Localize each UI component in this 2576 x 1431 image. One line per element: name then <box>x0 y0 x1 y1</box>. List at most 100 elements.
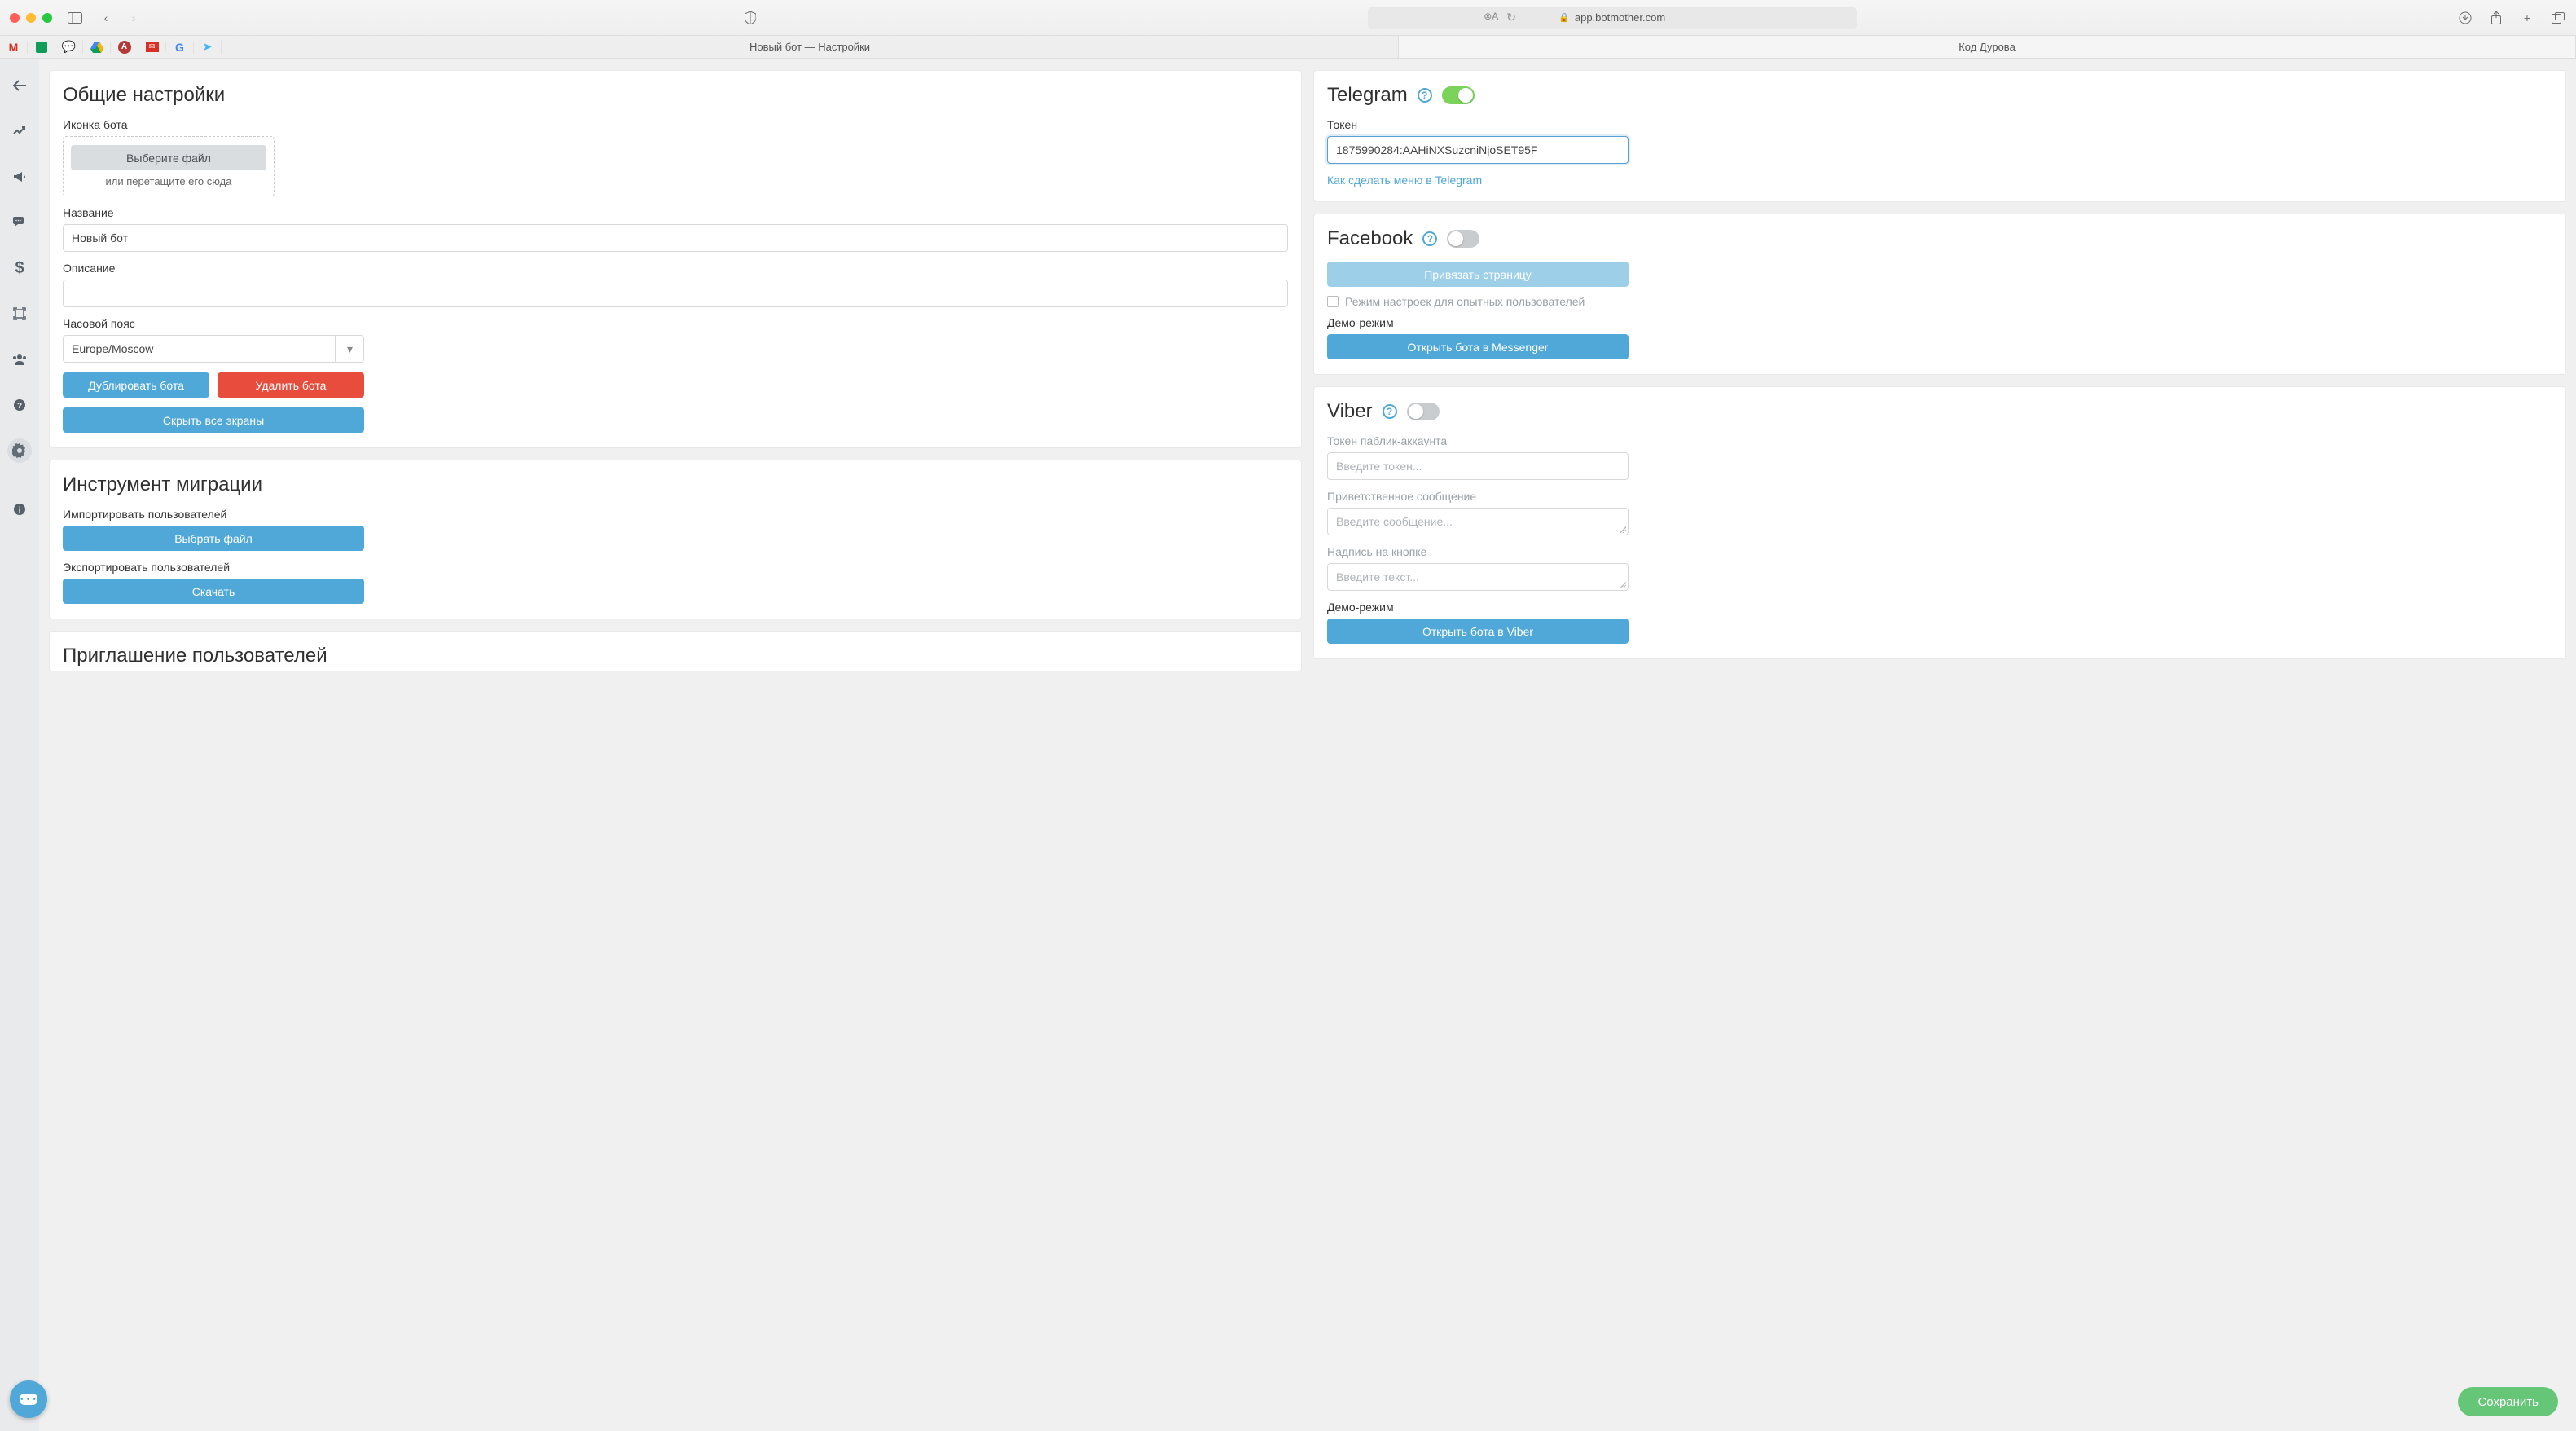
telegram-title: Telegram <box>1327 84 1408 107</box>
tabs-overview-icon[interactable] <box>2550 10 2566 26</box>
sidebar-item-info[interactable]: i <box>7 497 32 522</box>
sidebar-item-broadcast[interactable] <box>7 165 32 189</box>
facebook-heading: Facebook ? <box>1327 227 2552 250</box>
viber-heading: Viber ? <box>1327 400 2552 423</box>
maximize-window[interactable] <box>42 13 52 23</box>
import-label: Импортировать пользователей <box>63 508 1288 521</box>
desc-input[interactable] <box>63 280 1288 307</box>
browser-tabs: Новый бот — Настройки Код Дурова <box>222 36 2576 58</box>
tab-label: Код Дурова <box>1958 41 2016 53</box>
dropzone-hint: или перетащите его сюда <box>106 175 232 187</box>
viber-welcome-input[interactable] <box>1327 508 1629 535</box>
bookmark-google[interactable]: G <box>166 41 194 54</box>
fb-demo-label: Демо-режим <box>1327 316 2552 329</box>
sidebar-item-screens[interactable] <box>7 302 32 326</box>
general-heading: Общие настройки <box>63 84 1288 107</box>
sidebar-item-billing[interactable]: $ <box>7 256 32 280</box>
tz-value[interactable] <box>63 335 364 363</box>
bookmarks-bar: M 💬 A ✉ G ➤ <box>0 36 222 58</box>
nav-forward-icon[interactable]: › <box>125 10 142 26</box>
icon-dropzone[interactable]: Выберите файл или перетащите его сюда <box>63 136 275 196</box>
window-controls <box>10 13 52 23</box>
nav-back-icon[interactable]: ‹ <box>98 10 114 26</box>
help-icon[interactable]: ? <box>1422 231 1437 246</box>
desc-label: Описание <box>63 262 1288 275</box>
share-icon[interactable] <box>2488 10 2504 26</box>
advanced-label: Режим настроек для опытных пользователей <box>1345 295 1585 308</box>
sidebar-item-dialogs[interactable] <box>7 210 32 235</box>
viber-toggle[interactable] <box>1407 403 1440 420</box>
delete-bot-button[interactable]: Удалить бота <box>218 372 364 398</box>
advanced-checkbox[interactable] <box>1327 296 1339 307</box>
sidebar-item-help[interactable]: ? <box>7 393 32 417</box>
open-viber-button[interactable]: Открыть бота в Viber <box>1327 619 1629 644</box>
export-label: Экспортировать пользователей <box>63 561 1288 574</box>
icon-label: Иконка бота <box>63 118 1288 131</box>
sidebar-item-settings[interactable] <box>7 438 32 463</box>
support-chat-button[interactable] <box>10 1380 47 1418</box>
name-label: Название <box>63 206 1288 219</box>
downloads-icon[interactable] <box>2457 10 2473 26</box>
app-sidebar: $ ? i <box>0 59 39 1431</box>
minimize-window[interactable] <box>26 13 36 23</box>
facebook-card: Facebook ? Привязать страницу Режим наст… <box>1313 214 2566 375</box>
translate-icon[interactable]: ⊗A <box>1484 11 1498 24</box>
app-frame: $ ? i Общие настройки Иконка бота Выбери… <box>0 59 2576 1431</box>
facebook-toggle[interactable] <box>1447 230 1479 248</box>
bookmark-app1[interactable]: A <box>111 41 138 54</box>
browser-tab-inactive[interactable]: Код Дурова <box>1399 36 2576 58</box>
tz-label: Часовой пояс <box>63 317 1288 330</box>
telegram-token-input[interactable] <box>1327 136 1629 164</box>
lock-icon: 🔒 <box>1558 12 1570 23</box>
choose-file-button[interactable]: Выберите файл <box>71 145 266 170</box>
save-button[interactable]: Сохранить <box>2458 1387 2558 1416</box>
sidebar-item-back[interactable] <box>7 73 32 98</box>
sidebar-toggle-icon[interactable] <box>67 10 83 26</box>
browser-tab-active[interactable]: Новый бот — Настройки <box>222 36 1399 58</box>
help-icon[interactable]: ? <box>1383 404 1397 419</box>
bookmark-chat[interactable]: 💬 <box>55 40 83 54</box>
viber-demo-label: Демо-режим <box>1327 601 2552 614</box>
viber-card: Viber ? Токен паблик-аккаунта Приветстве… <box>1313 386 2566 659</box>
invite-card: Приглашение пользователей <box>49 631 1302 671</box>
telegram-toggle[interactable] <box>1442 86 1475 104</box>
new-tab-icon[interactable]: + <box>2519 10 2535 26</box>
migration-heading: Инструмент миграции <box>63 473 1288 496</box>
content-area: Общие настройки Иконка бота Выберите фай… <box>39 59 2576 1431</box>
bookmark-sheets[interactable] <box>28 42 55 53</box>
svg-text:?: ? <box>17 402 22 411</box>
right-column: Telegram ? Токен Как сделать меню в Tele… <box>1313 70 2566 659</box>
svg-text:i: i <box>19 506 21 515</box>
hide-all-screens-button[interactable]: Скрыть все экраны <box>63 407 364 433</box>
sidebar-item-analytics[interactable] <box>7 119 32 143</box>
telegram-menu-link[interactable]: Как сделать меню в Telegram <box>1327 174 1482 187</box>
duplicate-bot-button[interactable]: Дублировать бота <box>63 372 209 398</box>
name-input[interactable] <box>63 224 1288 252</box>
migration-card: Инструмент миграции Импортировать пользо… <box>49 460 1302 619</box>
left-column: Общие настройки Иконка бота Выберите фай… <box>49 70 1302 671</box>
bookmark-next[interactable]: ➤ <box>194 40 222 54</box>
viber-button-input[interactable] <box>1327 563 1629 591</box>
bind-page-button[interactable]: Привязать страницу <box>1327 262 1629 287</box>
address-bar[interactable]: 🔒 app.botmother.com <box>1368 7 1857 29</box>
tab-label: Новый бот — Настройки <box>750 41 870 53</box>
bookmark-gmail[interactable]: M <box>0 41 28 54</box>
viber-button-label: Надпись на кнопке <box>1327 545 2552 558</box>
open-messenger-button[interactable]: Открыть бота в Messenger <box>1327 334 1629 359</box>
browser-chrome: ‹ › 🔒 app.botmother.com ⊗A ↻ + <box>0 0 2576 36</box>
bookmark-mail[interactable]: ✉ <box>138 42 166 52</box>
import-file-button[interactable]: Выбрать файл <box>63 526 364 551</box>
viber-title: Viber <box>1327 400 1373 423</box>
sidebar-item-users[interactable] <box>7 347 32 372</box>
tz-select[interactable]: ▾ <box>63 335 364 363</box>
telegram-card: Telegram ? Токен Как сделать меню в Tele… <box>1313 70 2566 202</box>
close-window[interactable] <box>10 13 20 23</box>
bookmark-drive[interactable] <box>83 42 111 53</box>
privacy-shield-icon[interactable] <box>742 10 758 26</box>
export-download-button[interactable]: Скачать <box>63 579 364 604</box>
reload-icon[interactable]: ↻ <box>1506 11 1516 24</box>
help-icon[interactable]: ? <box>1418 88 1432 103</box>
viber-token-input[interactable] <box>1327 452 1629 480</box>
telegram-heading: Telegram ? <box>1327 84 2552 107</box>
invite-heading: Приглашение пользователей <box>63 645 1288 667</box>
